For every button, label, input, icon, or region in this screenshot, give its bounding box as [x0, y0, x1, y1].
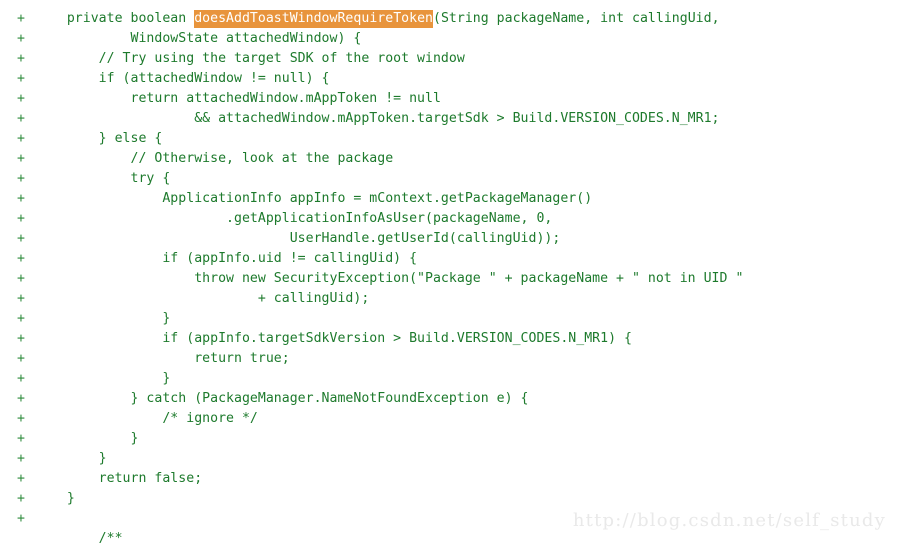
code-line: + /* ignore */	[0, 409, 900, 429]
code-line: + // Otherwise, look at the package	[0, 149, 900, 169]
code-line: + .getApplicationInfoAsUser(packageName,…	[0, 209, 900, 229]
highlighted-identifier[interactable]: doesAddToastWindowRequireToken	[194, 10, 433, 28]
diff-added-marker: +	[17, 111, 25, 126]
diff-added-marker: +	[17, 71, 25, 86]
diff-added-marker: +	[17, 211, 25, 226]
diff-added-marker: +	[17, 511, 25, 526]
diff-added-marker: +	[17, 251, 25, 266]
diff-added-marker: +	[17, 331, 25, 346]
diff-added-marker: +	[17, 11, 25, 26]
code-line: + // Try using the target SDK of the roo…	[0, 49, 900, 69]
diff-added-marker: +	[17, 191, 25, 206]
code-line-text: }	[35, 491, 75, 506]
code-line-text: } catch (PackageManager.NameNotFoundExce…	[35, 391, 529, 406]
code-line: + && attachedWindow.mAppToken.targetSdk …	[0, 109, 900, 129]
code-line-text: ApplicationInfo appInfo = mContext.getPa…	[35, 191, 593, 206]
code-diff-viewer[interactable]: + private boolean doesAddToastWindowRequ…	[0, 0, 900, 546]
code-line-text: } else {	[35, 131, 163, 146]
code-line: + + callingUid);	[0, 289, 900, 309]
code-line: + }	[0, 489, 900, 509]
code-line-text: }	[35, 371, 171, 386]
diff-added-marker: +	[17, 431, 25, 446]
code-line-list: + private boolean doesAddToastWindowRequ…	[0, 9, 900, 549]
diff-added-marker: +	[17, 451, 25, 466]
diff-added-marker: +	[17, 91, 25, 106]
code-line-text: if (appInfo.targetSdkVersion > Build.VER…	[35, 331, 632, 346]
code-line-text: return false;	[35, 471, 203, 486]
code-segment-pre: private boolean	[35, 11, 195, 26]
code-line: + }	[0, 429, 900, 449]
code-line-text: WindowState attachedWindow) {	[35, 31, 362, 46]
code-line: + return attachedWindow.mAppToken != nul…	[0, 89, 900, 109]
code-line: + return false;	[0, 469, 900, 489]
code-line: + UserHandle.getUserId(callingUid));	[0, 229, 900, 249]
diff-added-marker: +	[17, 131, 25, 146]
diff-added-marker: +	[17, 291, 25, 306]
diff-added-marker: +	[17, 311, 25, 326]
code-line: + if (appInfo.uid != callingUid) {	[0, 249, 900, 269]
diff-added-marker: +	[17, 391, 25, 406]
diff-added-marker: +	[17, 351, 25, 366]
watermark-text: http://blog.csdn.net/self_study	[572, 510, 886, 531]
diff-added-marker: +	[17, 371, 25, 386]
code-line-text: }	[35, 431, 139, 446]
code-line: + } catch (PackageManager.NameNotFoundEx…	[0, 389, 900, 409]
code-line-text: }	[35, 451, 107, 466]
code-line-text: // Try using the target SDK of the root …	[35, 51, 465, 66]
diff-added-marker: +	[17, 231, 25, 246]
code-line: + if (appInfo.targetSdkVersion > Build.V…	[0, 329, 900, 349]
code-line: + } else {	[0, 129, 900, 149]
code-line: /**	[0, 529, 900, 549]
code-line-text: UserHandle.getUserId(callingUid));	[35, 231, 561, 246]
code-line: + ApplicationInfo appInfo = mContext.get…	[0, 189, 900, 209]
code-line-text: private boolean doesAddToastWindowRequir…	[35, 10, 720, 28]
code-segment-post: (String packageName, int callingUid,	[433, 11, 720, 26]
code-line: + if (attachedWindow != null) {	[0, 69, 900, 89]
code-line: + try {	[0, 169, 900, 189]
diff-added-marker: +	[17, 31, 25, 46]
code-line-text: try {	[35, 171, 171, 186]
code-line-text: && attachedWindow.mAppToken.targetSdk > …	[35, 111, 720, 126]
code-line-text: + callingUid);	[35, 291, 370, 306]
diff-added-marker: +	[17, 271, 25, 286]
code-line-text: if (appInfo.uid != callingUid) {	[35, 251, 418, 266]
diff-added-marker: +	[17, 51, 25, 66]
code-line-text: // Otherwise, look at the package	[35, 151, 394, 166]
code-line-text: /* ignore */	[35, 411, 258, 426]
code-line-text: .getApplicationInfoAsUser(packageName, 0…	[35, 211, 553, 226]
code-line-text: if (attachedWindow != null) {	[35, 71, 330, 86]
code-line: + private boolean doesAddToastWindowRequ…	[0, 9, 900, 29]
code-line: + }	[0, 449, 900, 469]
code-line-text: return true;	[35, 351, 290, 366]
code-line-text: }	[35, 311, 171, 326]
code-line: + WindowState attachedWindow) {	[0, 29, 900, 49]
code-line: + }	[0, 309, 900, 329]
diff-added-marker: +	[17, 411, 25, 426]
code-line-text: throw new SecurityException("Package " +…	[35, 271, 744, 286]
diff-added-marker: +	[17, 171, 25, 186]
diff-added-marker: +	[17, 151, 25, 166]
diff-added-marker: +	[17, 491, 25, 506]
code-line: + throw new SecurityException("Package "…	[0, 269, 900, 289]
code-line-text: return attachedWindow.mAppToken != null	[35, 91, 441, 106]
diff-added-marker: +	[17, 471, 25, 486]
code-line: + }	[0, 369, 900, 389]
code-line: + return true;	[0, 349, 900, 369]
